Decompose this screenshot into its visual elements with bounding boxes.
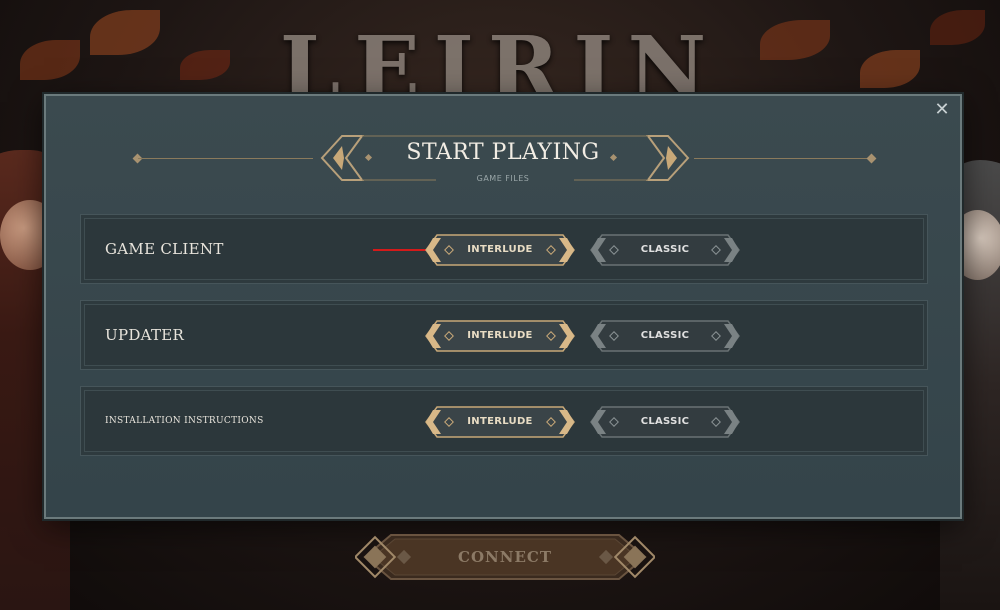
interlude-button-label: INTERLUDE — [467, 244, 533, 255]
interlude-button-label: INTERLUDE — [467, 330, 533, 341]
connect-button[interactable]: CONNECT — [355, 529, 655, 585]
classic-button-label: CLASSIC — [640, 330, 690, 341]
updater-classic-button[interactable]: CLASSIC — [590, 320, 740, 352]
row-label-game-client: GAME CLIENT — [105, 240, 224, 258]
classic-button-label: CLASSIC — [640, 244, 690, 255]
row-label-installation-instructions: INSTALLATION INSTRUCTIONS — [105, 416, 264, 426]
classic-button-label: CLASSIC — [640, 416, 690, 427]
row-updater: UPDATER INTERLUDE CLASSIC — [80, 300, 928, 370]
game-client-classic-button[interactable]: CLASSIC — [590, 234, 740, 266]
updater-interlude-button[interactable]: INTERLUDE — [425, 320, 575, 352]
row-label-updater: UPDATER — [105, 326, 185, 344]
instructions-interlude-button[interactable]: INTERLUDE — [425, 406, 575, 438]
connect-button-label: CONNECT — [458, 548, 552, 566]
modal-subtitle: GAME FILES — [476, 174, 530, 183]
instructions-classic-button[interactable]: CLASSIC — [590, 406, 740, 438]
row-installation-instructions: INSTALLATION INSTRUCTIONS INTERLUDE CLAS… — [80, 386, 928, 456]
close-icon[interactable]: ✕ — [932, 100, 952, 120]
interlude-button-label: INTERLUDE — [467, 416, 533, 427]
game-client-interlude-button[interactable]: INTERLUDE — [425, 234, 575, 266]
start-playing-modal: ✕ START PLAYING GAME FILES GAME CLIENT I… — [44, 94, 962, 519]
row-game-client: GAME CLIENT INTERLUDE CLASSIC — [80, 214, 928, 284]
modal-title: START PLAYING — [406, 140, 600, 165]
